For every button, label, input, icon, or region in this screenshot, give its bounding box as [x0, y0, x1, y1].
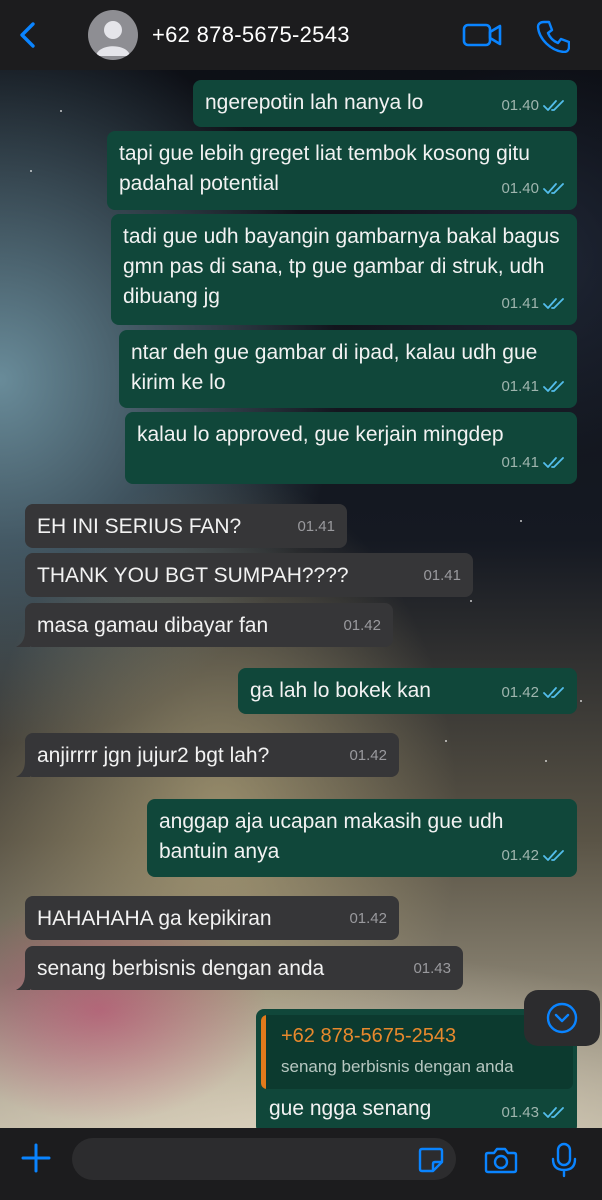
phone-icon[interactable] [536, 19, 570, 53]
message-bubble-outgoing[interactable]: ntar deh gue gambar di ipad, kalau udh g… [119, 330, 577, 408]
read-ticks-icon [543, 687, 564, 698]
message-text: masa gamau dibayar fan [37, 614, 269, 637]
message-text: ntar deh gue gambar di ipad, kalau udh g… [131, 341, 538, 394]
message-time: 01.41 [423, 567, 461, 584]
read-ticks-icon [543, 457, 564, 468]
chevron-down-icon [546, 1002, 578, 1034]
chat-header: +62 878-5675-2543 [0, 0, 602, 70]
read-ticks-icon [543, 850, 564, 861]
contact-name[interactable]: +62 878-5675-2543 [152, 22, 350, 48]
scroll-to-bottom-button[interactable] [524, 990, 600, 1046]
message-time: 01.42 [501, 684, 539, 701]
camera-icon[interactable] [484, 1145, 518, 1175]
bubble-tail [16, 761, 30, 777]
message-bubble-outgoing[interactable]: tapi gue lebih greget liat tembok kosong… [107, 131, 577, 210]
message-time: 01.42 [349, 910, 387, 927]
message-meta: 01.41 [501, 448, 565, 478]
message-meta: 01.41 [501, 289, 565, 319]
message-meta: 01.41 [501, 372, 565, 402]
message-time: 01.42 [501, 847, 539, 864]
video-camera-icon[interactable] [462, 20, 502, 50]
message-text: tadi gue udh bayangin gambarnya bakal ba… [123, 225, 560, 308]
quote-accent-bar [261, 1015, 266, 1089]
read-ticks-icon [543, 1107, 564, 1118]
message-meta: 01.43 [501, 1098, 565, 1128]
read-ticks-icon [543, 100, 564, 111]
read-ticks-icon [543, 298, 564, 309]
message-input[interactable] [72, 1138, 456, 1180]
message-meta: 01.40 [501, 174, 565, 204]
sticker-icon[interactable] [418, 1147, 444, 1173]
message-time: 01.41 [501, 295, 539, 312]
message-time: 01.41 [501, 378, 539, 395]
message-time: 01.42 [349, 747, 387, 764]
message-time: 01.43 [413, 960, 451, 977]
message-bubble-incoming[interactable]: THANK YOU BGT SUMPAH???? 01.41 [25, 553, 473, 597]
message-bubble-outgoing[interactable]: ga lah lo bokek kan 01.42 [238, 668, 577, 714]
default-avatar-icon [96, 21, 130, 56]
message-bubble-outgoing[interactable]: ngerepotin lah nanya lo 01.40 [193, 80, 577, 127]
message-text: gue ngga senang [269, 1097, 432, 1120]
message-meta: 01.41 [297, 512, 335, 542]
bubble-tail [16, 974, 30, 990]
message-text: HAHAHAHA ga kepikiran [37, 907, 272, 930]
message-text: kalau lo approved, gue kerjain mingdep [137, 423, 504, 446]
message-meta: 01.41 [423, 561, 461, 591]
microphone-icon[interactable] [550, 1142, 578, 1178]
back-chevron-icon[interactable] [16, 21, 40, 49]
message-time: 01.43 [501, 1104, 539, 1121]
message-bubble-incoming[interactable]: EH INI SERIUS FAN? 01.41 [25, 504, 347, 548]
message-bubble-incoming[interactable]: HAHAHAHA ga kepikiran 01.42 [25, 896, 399, 940]
message-text: senang berbisnis dengan anda [37, 957, 325, 980]
read-ticks-icon [543, 381, 564, 392]
message-meta: 01.42 [501, 678, 565, 708]
message-bubble-outgoing[interactable]: anggap aja ucapan makasih gue udh bantui… [147, 799, 577, 877]
message-meta: 01.42 [349, 741, 387, 771]
message-text: EH INI SERIUS FAN? [37, 515, 242, 538]
message-bubble-outgoing[interactable]: kalau lo approved, gue kerjain mingdep 0… [125, 412, 577, 484]
message-time: 01.41 [297, 518, 335, 535]
message-meta: 01.43 [413, 954, 451, 984]
message-meta: 01.40 [501, 91, 565, 121]
message-text: THANK YOU BGT SUMPAH???? [37, 564, 349, 587]
message-meta: 01.42 [343, 611, 381, 641]
message-meta: 01.42 [349, 904, 387, 934]
message-text: anjirrrr jgn jujur2 bgt lah? [37, 744, 270, 767]
message-time: 01.41 [501, 454, 539, 471]
bubble-tail [16, 631, 30, 647]
message-composer [0, 1128, 602, 1200]
message-bubble-outgoing[interactable]: tadi gue udh bayangin gambarnya bakal ba… [111, 214, 577, 325]
message-time: 01.40 [501, 97, 539, 114]
quoted-sender: +62 878-5675-2543 [281, 1025, 457, 1047]
message-bubble-incoming[interactable]: anjirrrr jgn jujur2 bgt lah? 01.42 [16, 733, 399, 777]
message-bubble-incoming[interactable]: masa gamau dibayar fan 01.42 [16, 603, 393, 647]
plus-icon[interactable] [20, 1142, 52, 1174]
read-ticks-icon [543, 183, 564, 194]
message-meta: 01.42 [501, 841, 565, 871]
message-text: tapi gue lebih greget liat tembok kosong… [119, 142, 530, 195]
quoted-text: senang berbisnis dengan anda [281, 1057, 514, 1076]
contact-avatar[interactable] [88, 10, 138, 60]
message-bubble-incoming[interactable]: senang berbisnis dengan anda 01.43 [16, 946, 463, 990]
message-time: 01.42 [343, 617, 381, 634]
message-time: 01.40 [501, 180, 539, 197]
